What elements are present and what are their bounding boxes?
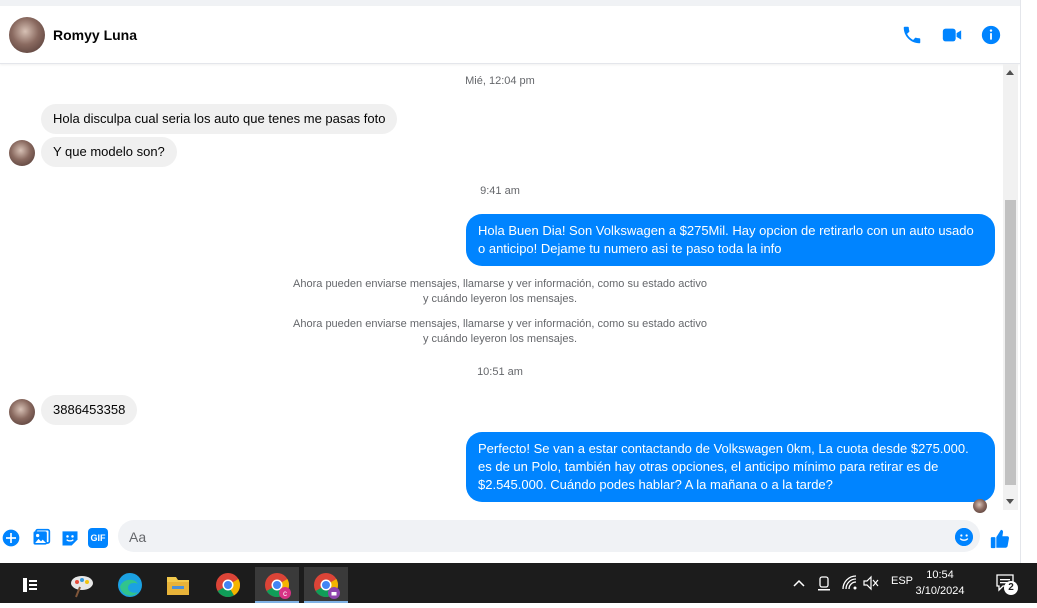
system-clock[interactable]: 10:54 3/10/2024 bbox=[915, 567, 965, 599]
sticker-icon[interactable] bbox=[60, 528, 80, 548]
system-notice-line: Ahora pueden enviarse mensajes, llamarse… bbox=[293, 278, 707, 290]
outgoing-message[interactable]: Perfecto! Se van a estar contactando de … bbox=[466, 432, 995, 502]
task-view-icon[interactable] bbox=[8, 567, 52, 603]
system-notice-line: y cuándo leyeron los mensajes. bbox=[422, 293, 578, 305]
like-icon[interactable] bbox=[989, 528, 1011, 550]
right-panel-edge bbox=[1020, 0, 1037, 563]
svg-text:c: c bbox=[283, 589, 287, 598]
contact-avatar[interactable] bbox=[9, 17, 45, 53]
incoming-message[interactable]: 3886453358 bbox=[41, 395, 138, 425]
chrome-icon: c bbox=[265, 573, 291, 599]
seen-avatar bbox=[973, 499, 987, 513]
chevron-up-icon[interactable] bbox=[792, 576, 806, 590]
paint-icon[interactable] bbox=[60, 567, 104, 603]
phone-icon[interactable] bbox=[901, 24, 923, 46]
gif-icon[interactable]: GIF bbox=[88, 528, 108, 548]
edge-icon[interactable] bbox=[108, 567, 152, 603]
system-notice-line: y cuándo leyeron los mensajes. bbox=[422, 333, 578, 345]
scroll-down-icon[interactable] bbox=[1006, 499, 1014, 504]
incoming-message[interactable]: Hola disculpa cual seria los auto que te… bbox=[41, 104, 398, 134]
file-explorer-icon[interactable] bbox=[156, 567, 200, 603]
video-icon[interactable] bbox=[941, 24, 963, 46]
chrome-icon[interactable] bbox=[206, 567, 250, 603]
contact-name[interactable]: Romyy Luna bbox=[53, 27, 137, 43]
wifi-icon[interactable] bbox=[842, 575, 858, 591]
chrome-profile-c-button[interactable]: c bbox=[255, 567, 299, 603]
chat-header: Romyy Luna bbox=[0, 6, 1020, 64]
emoji-icon[interactable] bbox=[955, 528, 973, 546]
meet-now-icon[interactable] bbox=[817, 574, 831, 592]
sender-avatar[interactable] bbox=[9, 399, 35, 425]
message-scrollbar[interactable] bbox=[1003, 64, 1018, 510]
scroll-up-icon[interactable] bbox=[1006, 70, 1014, 75]
windows-taskbar: c ESP 10:54 3/10/2024 2 bbox=[0, 563, 1037, 603]
incoming-message[interactable]: Y que modelo son? bbox=[41, 137, 177, 167]
plus-icon[interactable] bbox=[1, 528, 21, 548]
messenger-window: Romyy Luna Mié, 12:04 pm Hola disculpa c… bbox=[0, 0, 1037, 563]
message-input[interactable]: Aa bbox=[118, 520, 980, 552]
message-input-placeholder: Aa bbox=[129, 529, 147, 545]
outgoing-message[interactable]: Hola Buen Dia! Son Volkswagen a $275Mil.… bbox=[466, 214, 995, 266]
volume-muted-icon[interactable] bbox=[863, 575, 879, 591]
info-icon[interactable] bbox=[980, 24, 1002, 46]
timestamp: 9:41 am bbox=[480, 185, 520, 197]
clock-time: 10:54 bbox=[926, 569, 954, 581]
notification-center-button[interactable]: 2 bbox=[995, 573, 1019, 595]
message-composer: GIF Aa bbox=[0, 513, 1020, 561]
chrome-icon bbox=[314, 573, 340, 599]
system-notice: Ahora pueden enviarse mensajes, llamarse… bbox=[0, 317, 1000, 347]
system-notice: Ahora pueden enviarse mensajes, llamarse… bbox=[0, 277, 1000, 307]
sender-avatar[interactable] bbox=[9, 140, 35, 166]
photo-icon[interactable] bbox=[31, 528, 51, 548]
language-indicator[interactable]: ESP bbox=[891, 575, 913, 587]
timestamp: Mié, 12:04 pm bbox=[465, 75, 535, 87]
chrome-profile-incognito-button[interactable] bbox=[304, 567, 348, 603]
scroll-thumb[interactable] bbox=[1005, 200, 1016, 485]
notification-count-badge: 2 bbox=[1004, 581, 1018, 595]
system-notice-line: Ahora pueden enviarse mensajes, llamarse… bbox=[293, 318, 707, 330]
clock-date: 3/10/2024 bbox=[915, 585, 965, 597]
timestamp: 10:51 am bbox=[477, 366, 523, 378]
